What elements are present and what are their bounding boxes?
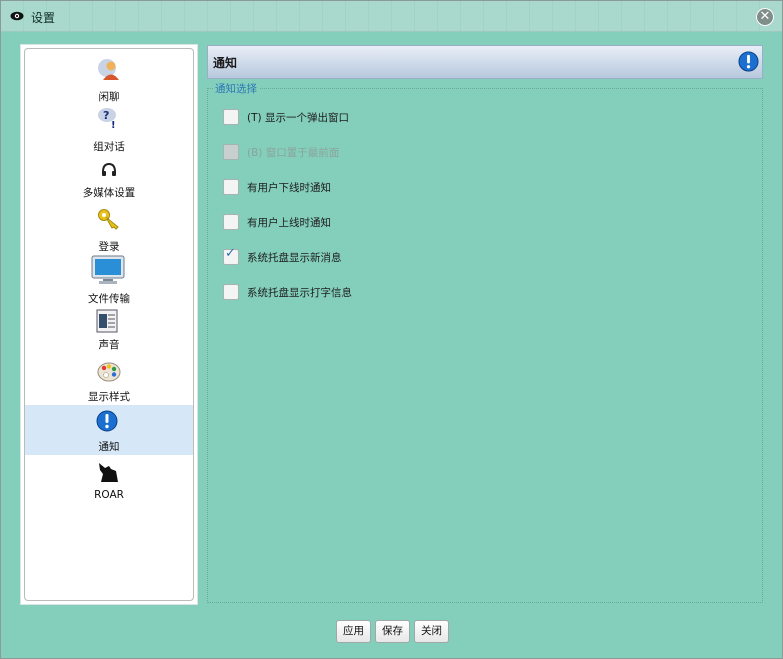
sidebar-container: 闲聊 ? ! 组对话 多媒体设置 登录 文件传输 声音 显示样式 通知 ROAR (20, 44, 198, 605)
eye-icon (10, 11, 24, 21)
svg-text:?: ? (103, 109, 109, 122)
chat-person-icon (98, 59, 119, 80)
sound-file-icon (96, 309, 118, 333)
sidebar-item-label: 组对话 (93, 141, 125, 153)
sidebar-item-chat[interactable]: 闲聊 (25, 53, 193, 103)
option-label: 有用户上线时通知 (247, 217, 331, 229)
headset-icon (102, 162, 116, 176)
save-button[interactable]: 保存 (375, 620, 410, 643)
group-legend: 通知选择 (213, 81, 259, 96)
sidebar-item-label: 登录 (98, 241, 120, 253)
apply-button[interactable]: 应用 (336, 620, 371, 643)
sidebar-item-label: 声音 (98, 339, 120, 351)
option-label: (B) 窗口置于最前面 (247, 147, 340, 159)
settings-sidebar: 闲聊 ? ! 组对话 多媒体设置 登录 文件传输 声音 显示样式 通知 ROAR (24, 48, 194, 601)
window-title: 设置 (31, 11, 56, 25)
sidebar-item-roar[interactable]: ROAR (25, 455, 193, 505)
checkbox[interactable] (223, 284, 239, 300)
checkbox[interactable] (223, 214, 239, 230)
wolf-icon (99, 463, 118, 482)
checkmark-icon: ✓ (225, 246, 236, 261)
close-button[interactable]: 关闭 (414, 620, 449, 643)
sidebar-item-group-chat[interactable]: ? ! 组对话 (25, 103, 193, 153)
option-label: 有用户下线时通知 (247, 182, 331, 194)
sidebar-item-label: 通知 (98, 441, 120, 453)
checkbox[interactable] (223, 179, 239, 195)
option-label: (T) 显示一个弹出窗口 (247, 112, 349, 124)
sidebar-item-sound[interactable]: 声音 (25, 307, 193, 355)
checkbox-disabled (223, 144, 239, 160)
exclamation-icon (738, 51, 759, 72)
sidebar-item-display-style[interactable]: 显示样式 (25, 355, 193, 405)
monitor-icon (91, 255, 125, 284)
checkbox-checked[interactable]: ✓ (223, 246, 239, 265)
panel-title: 通知 (213, 56, 238, 70)
settings-window: 设置 ✕ 闲聊 ? ! 组对话 多媒体设置 登录 文件传输 声音 显示样式 通知… (0, 0, 783, 659)
option-label: 系统托盘显示打字信息 (247, 287, 352, 299)
group-chat-question-icon: ? ! (98, 108, 116, 130)
palette-icon (97, 362, 121, 382)
sidebar-item-notification[interactable]: 通知 (25, 405, 193, 455)
title-bar[interactable]: 设置 ✕ (1, 1, 782, 32)
sidebar-item-label: 显示样式 (88, 391, 130, 403)
sidebar-item-label: 文件传输 (88, 293, 130, 305)
sidebar-item-label: 多媒体设置 (82, 187, 136, 199)
exclamation-icon (96, 410, 118, 432)
sidebar-item-multimedia[interactable]: 多媒体设置 (25, 153, 193, 201)
sidebar-item-file-transfer[interactable]: 文件传输 (25, 253, 193, 307)
notification-options-group (207, 88, 763, 603)
svg-text:!: ! (111, 120, 116, 130)
key-icon (98, 209, 119, 230)
option-label: 系统托盘显示新消息 (247, 252, 342, 264)
panel-header: 通知 (207, 45, 763, 79)
checkbox[interactable] (223, 109, 239, 125)
close-icon[interactable]: ✕ (756, 8, 774, 26)
sidebar-item-label: 闲聊 (98, 91, 120, 103)
sidebar-item-label: ROAR (94, 489, 124, 501)
sidebar-item-login[interactable]: 登录 (25, 201, 193, 253)
